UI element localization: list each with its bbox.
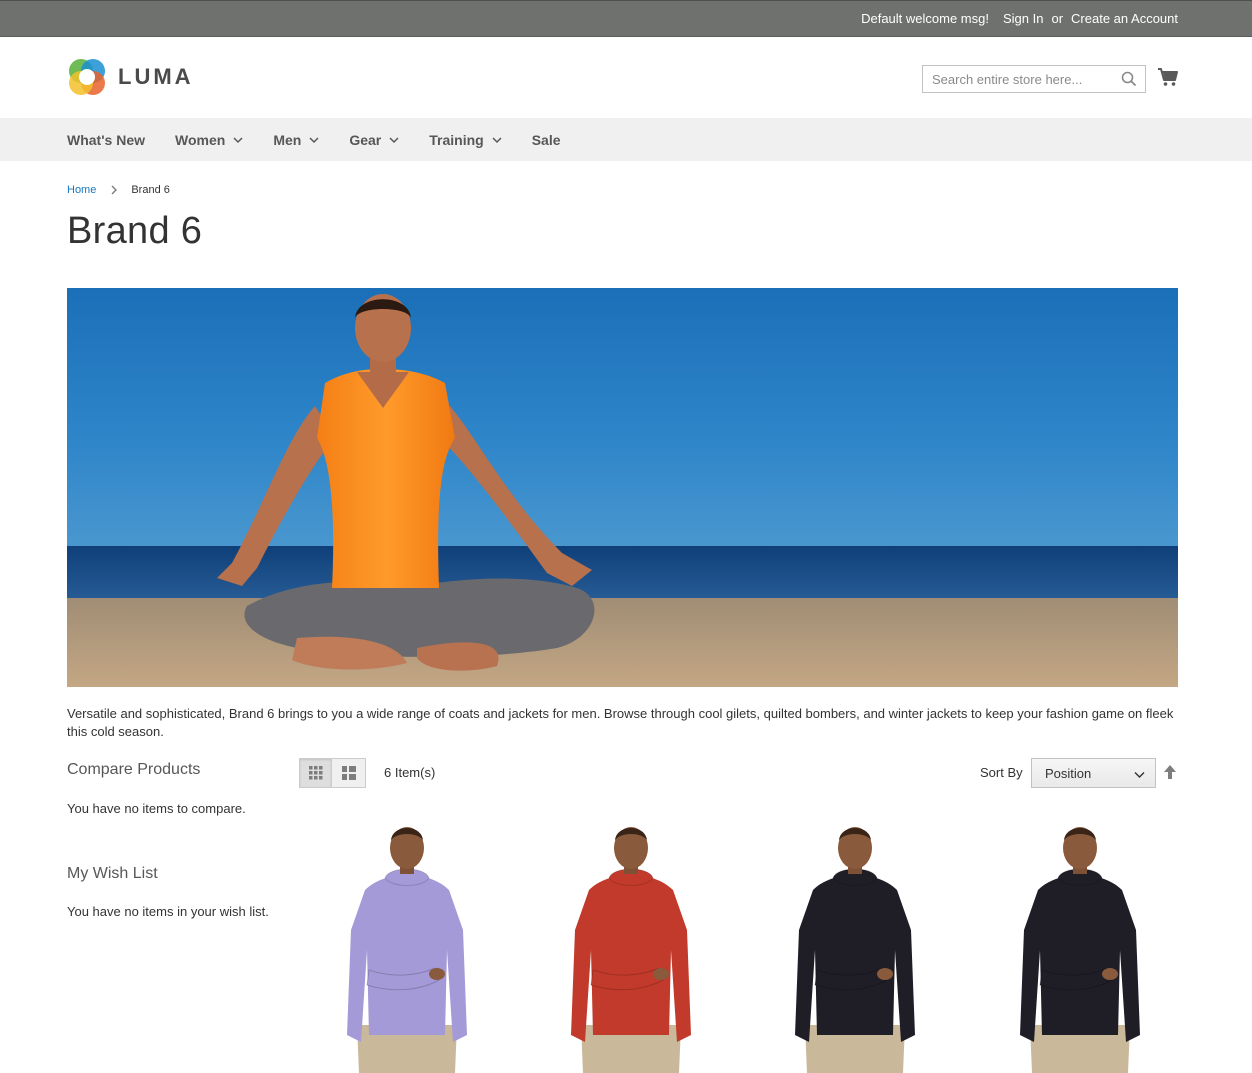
- product-image-hoodie: [765, 820, 945, 1073]
- list-icon: [341, 766, 356, 780]
- sign-in-link[interactable]: Sign In: [1003, 11, 1043, 26]
- nav-item-label: Sale: [531, 131, 561, 148]
- product-item-3[interactable]: [765, 820, 945, 1073]
- search-input[interactable]: [923, 66, 1113, 92]
- product-image-hoodie: [541, 820, 721, 1073]
- search-box: [922, 65, 1146, 93]
- nav-item-label: Men: [273, 131, 302, 148]
- item-count: 6 Item(s): [384, 765, 436, 780]
- chevron-right-icon: [111, 185, 118, 195]
- view-mode-switcher: [299, 758, 366, 788]
- nav-item-training[interactable]: Training: [429, 131, 502, 148]
- sort-by-value: Position: [1045, 766, 1092, 781]
- or-separator: or: [1051, 11, 1064, 26]
- grid-icon: [308, 766, 322, 780]
- product-image-hoodie: [317, 820, 497, 1073]
- breadcrumb: Home Brand 6: [67, 184, 170, 196]
- nav-item-label: Training: [429, 131, 484, 148]
- product-item-4[interactable]: [990, 820, 1170, 1073]
- chevron-down-icon: [309, 136, 319, 143]
- main-navigation: What's New Women Men Gear Training Sale: [0, 118, 1252, 161]
- chevron-down-icon: [1134, 772, 1145, 778]
- category-hero-image: [67, 288, 1178, 687]
- chevron-down-icon: [233, 136, 243, 143]
- header-links: Default welcome msg! Sign In or Create a…: [847, 11, 1178, 26]
- breadcrumb-current: Brand 6: [131, 184, 170, 196]
- product-image-hoodie: [990, 820, 1170, 1073]
- welcome-message: Default welcome msg!: [861, 11, 989, 26]
- sort-direction-arrow-up-icon[interactable]: [1163, 764, 1177, 780]
- breadcrumb-home-link[interactable]: Home: [67, 184, 96, 196]
- create-account-link[interactable]: Create an Account: [1071, 11, 1178, 26]
- nav-item-label: What's New: [67, 131, 146, 148]
- grid-view-button[interactable]: [299, 758, 332, 788]
- chevron-down-icon: [389, 136, 399, 143]
- sort-by-label: Sort By: [980, 765, 1023, 780]
- meditation-banner-illustration: [67, 288, 1178, 687]
- wish-list-empty-message: You have no items in your wish list.: [67, 904, 269, 919]
- nav-item-sale[interactable]: Sale: [532, 132, 561, 148]
- sort-by-select[interactable]: Position: [1031, 758, 1156, 788]
- nav-item-men[interactable]: Men: [273, 132, 319, 148]
- luma-logo-icon: [69, 59, 105, 95]
- nav-item-whats-new[interactable]: What's New: [67, 132, 145, 148]
- chevron-down-icon: [492, 136, 502, 143]
- product-item-1[interactable]: [317, 820, 497, 1073]
- wish-list-title: My Wish List: [67, 865, 158, 882]
- search-icon[interactable]: [1121, 71, 1137, 87]
- nav-item-label: Gear: [349, 131, 382, 148]
- category-description: Versatile and sophisticated, Brand 6 bri…: [67, 706, 1174, 739]
- logo-wordmark: LUMA: [118, 64, 194, 89]
- logo[interactable]: LUMA: [67, 57, 194, 97]
- nav-item-women[interactable]: Women: [175, 132, 243, 148]
- compare-products-title: Compare Products: [67, 761, 201, 778]
- cart-icon[interactable]: [1157, 66, 1179, 88]
- compare-empty-message: You have no items to compare.: [67, 801, 246, 816]
- nav-item-gear[interactable]: Gear: [349, 132, 399, 148]
- list-view-button[interactable]: [332, 758, 366, 788]
- header: LUMA: [0, 37, 1252, 118]
- nav-item-label: Women: [175, 131, 226, 148]
- page-title: Brand 6: [67, 210, 203, 252]
- top-bar: Default welcome msg! Sign In or Create a…: [0, 0, 1252, 37]
- product-item-2[interactable]: [541, 820, 721, 1073]
